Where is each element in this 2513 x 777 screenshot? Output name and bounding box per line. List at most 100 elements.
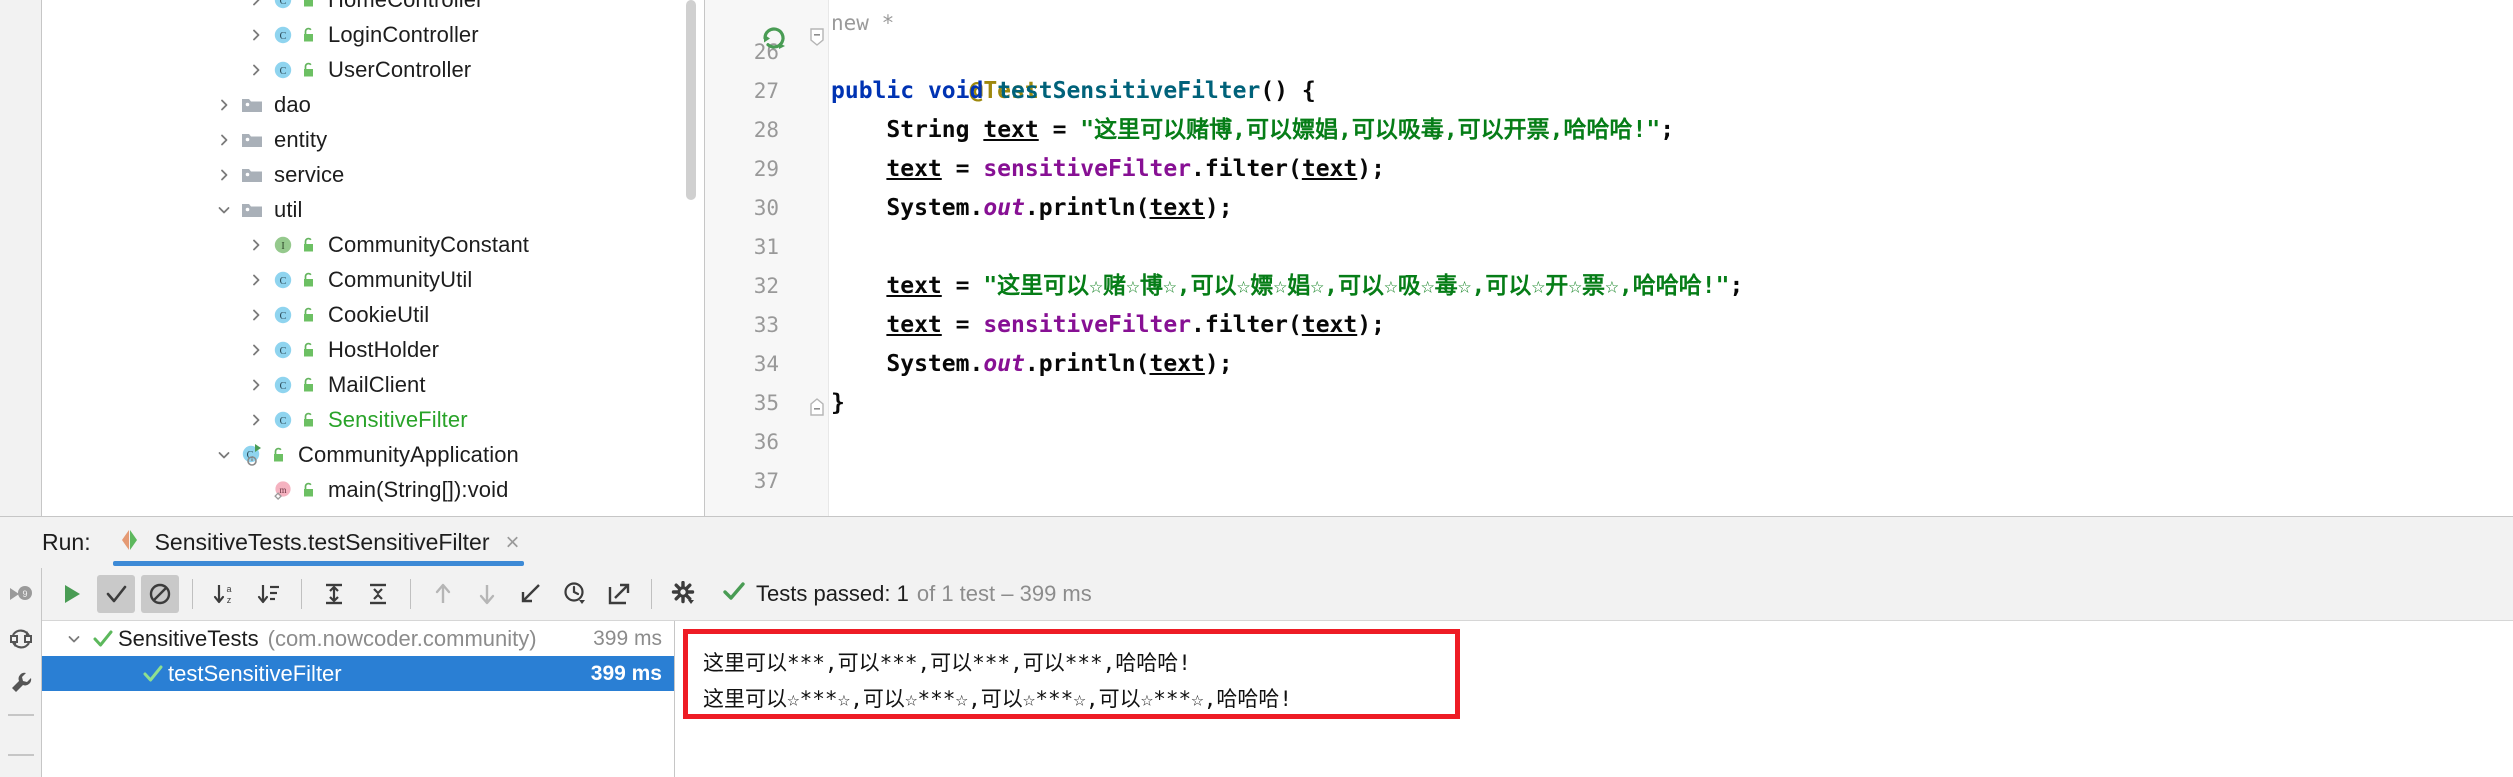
call-tail: ); (1204, 351, 1233, 377)
svg-text:C: C (280, 276, 287, 287)
show-ignored-toggle[interactable] (141, 575, 179, 613)
tree-twisty-collapsed[interactable] (214, 130, 234, 150)
tree-item-communityconstant[interactable]: I CommunityConstant (42, 227, 705, 262)
tree-twisty-expanded[interactable] (64, 629, 84, 649)
svg-text:z: z (227, 595, 232, 605)
code-line-30: System.out.println(text); (831, 189, 1232, 228)
run-side-toolbar: 9 (0, 568, 42, 777)
gutter-line-number: 33 (753, 313, 779, 337)
tree-item-util[interactable]: util (42, 192, 705, 227)
tree-item-label: entity (274, 126, 328, 152)
public-lock-icon (300, 411, 318, 429)
tree-item-main-string-void[interactable]: m main(String[]):void (42, 472, 705, 507)
clock-history-icon[interactable] (556, 575, 594, 613)
project-tree-panel[interactable]: C HomeController C LoginController C UserCont… (42, 0, 705, 516)
jump-to-source-icon[interactable] (512, 575, 550, 613)
console-line-2: 这里可以☆***☆,可以☆***☆,可以☆***☆,可以☆***☆,哈哈哈! (703, 687, 1293, 711)
code-editor[interactable]: 26 27 28 29 30 31 32 33 34 35 36 37 new … (705, 0, 2513, 516)
rerun-tests-button[interactable] (53, 575, 91, 613)
rerun-failed-icon[interactable]: 9 (8, 582, 34, 608)
public-lock-icon (300, 0, 318, 9)
tree-item-communityutil[interactable]: C CommunityUtil (42, 262, 705, 297)
public-lock-icon (300, 481, 318, 499)
svg-text:C: C (280, 416, 287, 427)
tree-twisty-expanded[interactable] (214, 200, 234, 220)
class-icon: C (272, 408, 296, 432)
tree-twisty-collapsed[interactable] (246, 375, 266, 395)
run-test-gutter-icon[interactable] (761, 25, 787, 56)
tree-item-dao[interactable]: dao (42, 87, 705, 122)
expand-all-button[interactable] (315, 575, 353, 613)
tree-twisty-collapsed[interactable] (246, 305, 266, 325)
semicolon: ; (1729, 273, 1744, 299)
refresh-loop-icon[interactable] (8, 626, 34, 652)
method-signature-tail: () { (1260, 78, 1316, 104)
arg-text: text (1301, 156, 1358, 182)
project-tree-scrollbar[interactable] (686, 0, 696, 200)
tree-item-cookieutil[interactable]: C CookieUtil (42, 297, 705, 332)
console-output[interactable]: 这里可以***,可以***,可以***,可以***,哈哈哈! 这里可以☆***☆… (675, 621, 2513, 777)
tree-twisty-collapsed[interactable] (246, 270, 266, 290)
tree-twisty-collapsed[interactable] (214, 95, 234, 115)
tree-item-homecontroller[interactable]: C HomeController (42, 0, 705, 17)
tree-twisty-collapsed[interactable] (246, 0, 266, 10)
tree-twisty-collapsed[interactable] (246, 60, 266, 80)
tree-item-hostholder[interactable]: C HostHolder (42, 332, 705, 367)
collapse-all-button[interactable] (359, 575, 397, 613)
run-results-toolbar: a z Tests passed: 1 of 1 test – 399 ms (42, 568, 2513, 621)
arg-text: text (1149, 351, 1205, 377)
tree-item-service[interactable]: service (42, 157, 705, 192)
svg-text:C: C (280, 66, 287, 77)
test-passed-icon (142, 663, 164, 685)
tree-twisty-collapsed[interactable] (246, 235, 266, 255)
previous-failed-button[interactable] (424, 575, 462, 613)
next-failed-button[interactable] (468, 575, 506, 613)
tree-item-logincontroller[interactable]: C LoginController (42, 17, 705, 52)
wrench-icon[interactable] (8, 670, 34, 696)
tree-item-label: dao (274, 91, 312, 117)
interface-icon: I (272, 233, 296, 257)
test-name: testSensitiveFilter (168, 660, 342, 686)
folder-icon (240, 128, 264, 152)
gutter-line-number: 34 (753, 352, 779, 376)
tree-twisty-collapsed[interactable] (246, 410, 266, 430)
arg-text: text (1301, 312, 1358, 338)
tree-item-label: CommunityApplication (298, 441, 519, 467)
run-panel-label: Run: (42, 529, 91, 555)
sort-by-duration-button[interactable] (250, 575, 288, 613)
tree-item-sensitivefilter[interactable]: C SensitiveFilter (42, 402, 705, 437)
tree-item-label: CommunityUtil (328, 266, 473, 292)
test-results-tree[interactable]: SensitiveTests (com.nowcoder.community) 39… (42, 621, 675, 777)
code-content[interactable]: new * @Test public void testSensitiveFil… (805, 0, 2513, 516)
gear-icon[interactable] (665, 575, 703, 613)
show-passed-toggle[interactable] (97, 575, 135, 613)
var-text: text (886, 273, 942, 299)
run-tab[interactable]: SensitiveTests.testSensitiveFilter × (112, 517, 524, 568)
tree-twisty-expanded[interactable] (214, 445, 234, 465)
tree-item-entity[interactable]: entity (42, 122, 705, 157)
tree-twisty-collapsed[interactable] (214, 165, 234, 185)
public-lock-icon (300, 61, 318, 79)
tree-item-communityapplication[interactable]: C CommunityApplication (42, 437, 705, 472)
tree-item-usercontroller[interactable]: C UserController (42, 52, 705, 87)
runnable-class-icon: C (240, 442, 266, 468)
close-icon[interactable]: × (506, 530, 520, 555)
system-ref: System. (886, 351, 984, 377)
run-panel-body: 9 a z Tests passed: 1 of 1 test – 399 ms… (0, 568, 2513, 777)
test-name: SensitiveTests (118, 625, 259, 651)
run-config-icon (117, 527, 143, 558)
semicolon: ; (1660, 117, 1675, 143)
run-panel-header: Run: SensitiveTests.testSensitiveFilter … (0, 517, 2513, 568)
editor-gutter[interactable]: 26 27 28 29 30 31 32 33 34 35 36 37 (705, 0, 805, 516)
tree-twisty-collapsed[interactable] (246, 25, 266, 45)
public-lock-icon (300, 341, 318, 359)
tree-item-label: service (274, 161, 345, 187)
check-icon (722, 579, 746, 609)
sort-alphabetically-button[interactable]: a z (206, 575, 244, 613)
export-icon[interactable] (600, 575, 638, 613)
test-tree-row[interactable]: SensitiveTests (com.nowcoder.community) 39… (42, 621, 674, 656)
test-tree-row[interactable]: testSensitiveFilter 399 ms (42, 656, 674, 691)
tree-twisty-collapsed[interactable] (246, 340, 266, 360)
tree-item-mailclient[interactable]: C MailClient (42, 367, 705, 402)
call-tail: ); (1357, 312, 1385, 338)
